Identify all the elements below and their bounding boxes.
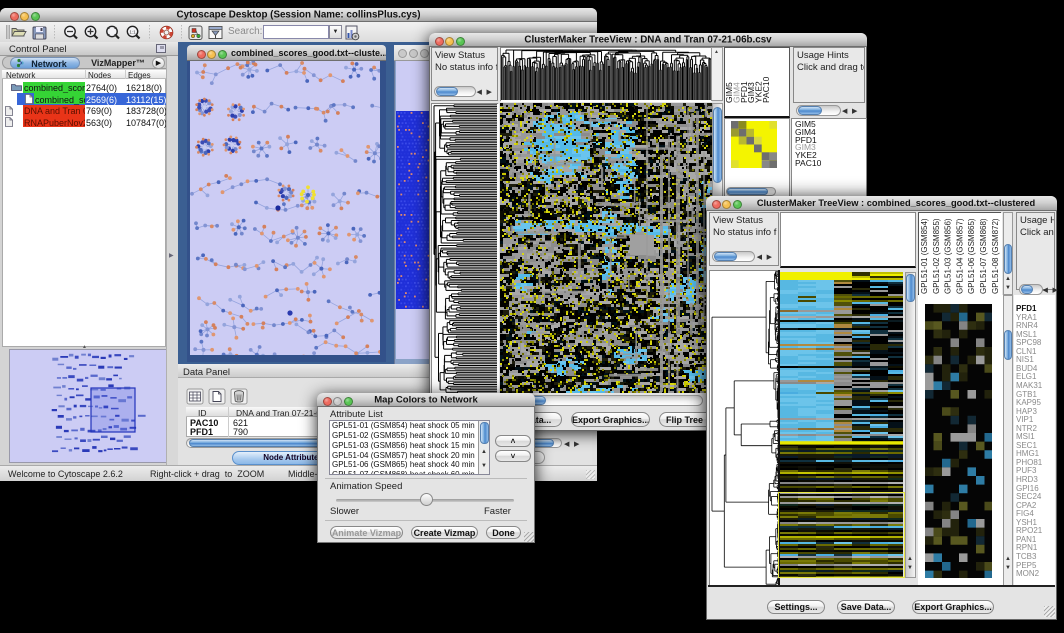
svg-text:GPL51-04 (GSM857): GPL51-04 (GSM857) [955,218,964,294]
svg-text:GPL51-08 (GSM872): GPL51-08 (GSM872) [991,218,1000,294]
svg-text:GPL51-07 (GSM868): GPL51-07 (GSM868) [979,218,988,294]
svg-text:GPL51-06 (GSM865): GPL51-06 (GSM865) [967,218,976,294]
svg-text:GPL51-03 (GSM856): GPL51-03 (GSM856) [944,218,953,294]
svg-text:PAC10: PAC10 [761,76,771,103]
svg-text:GPL51-01 (GSM854): GPL51-01 (GSM854) [920,218,929,294]
svg-text:GPL51-02 (GSM855): GPL51-02 (GSM855) [932,218,941,294]
svg-text:1:1: 1:1 [129,30,136,35]
